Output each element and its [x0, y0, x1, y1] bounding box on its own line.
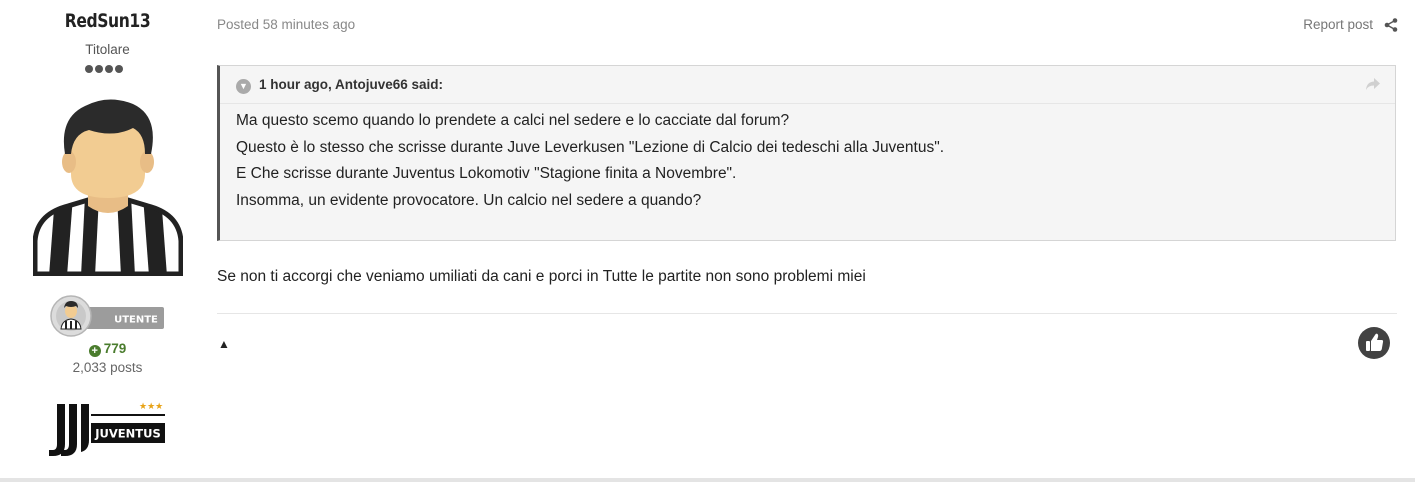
- juventus-logo: ★★★ JUVENTUS: [49, 400, 165, 456]
- quote-line: Questo è lo stesso che scrisse durante J…: [236, 138, 945, 156]
- post-content: Se non ti accorgi che veniamo umiliati d…: [217, 268, 866, 285]
- rank-pip: [115, 65, 123, 73]
- thumbs-up-icon: [1366, 333, 1384, 351]
- report-post-link[interactable]: Report post: [1303, 17, 1373, 32]
- quote-block: ▼ 1 hour ago, Antojuve66 said: Ma questo…: [217, 65, 1396, 241]
- chevron-down-icon[interactable]: ▼: [236, 79, 251, 94]
- rank-pip: [85, 65, 93, 73]
- reputation[interactable]: +779: [0, 341, 215, 357]
- share-icon[interactable]: [1384, 18, 1398, 32]
- like-button[interactable]: [1358, 327, 1390, 359]
- svg-text:★★★: ★★★: [139, 402, 163, 412]
- divider: [217, 313, 1397, 314]
- quote-line: E Che scrisse durante Juventus Lokomotiv…: [236, 165, 737, 182]
- author-name[interactable]: RedSun13: [19, 10, 195, 32]
- post-count: 2,033 posts: [72, 360, 143, 375]
- quote-header: ▼ 1 hour ago, Antojuve66 said:: [220, 66, 1395, 104]
- reputation-value: 779: [103, 341, 127, 356]
- club-name: JUVENTUS: [94, 427, 160, 441]
- share-arrow-icon[interactable]: [1365, 77, 1381, 91]
- quote-citation[interactable]: 1 hour ago, Antojuve66 said:: [259, 77, 443, 92]
- quote-body: Ma questo scemo quando lo prendete a cal…: [236, 108, 944, 214]
- plus-icon: +: [88, 345, 101, 357]
- rank-pip: [105, 65, 113, 73]
- badge-label: UTENTE: [114, 315, 158, 326]
- bottom-border: [0, 478, 1415, 482]
- author-panel: RedSun13 Titolare UTENTE + 779 2,033 pos…: [0, 0, 215, 470]
- rank-badge: UTENTE: [50, 295, 164, 337]
- scroll-top-icon[interactable]: ▲: [218, 337, 230, 351]
- rank-pips: [85, 65, 123, 73]
- author-title: Titolare: [85, 42, 130, 57]
- quote-line: Insomma, un evidente provocatore. Un cal…: [236, 191, 702, 209]
- quote-line: Ma questo scemo quando lo prendete a cal…: [236, 112, 790, 129]
- post-timestamp[interactable]: Posted 58 minutes ago: [217, 17, 355, 32]
- avatar[interactable]: [33, 96, 183, 276]
- rank-pip: [95, 65, 103, 73]
